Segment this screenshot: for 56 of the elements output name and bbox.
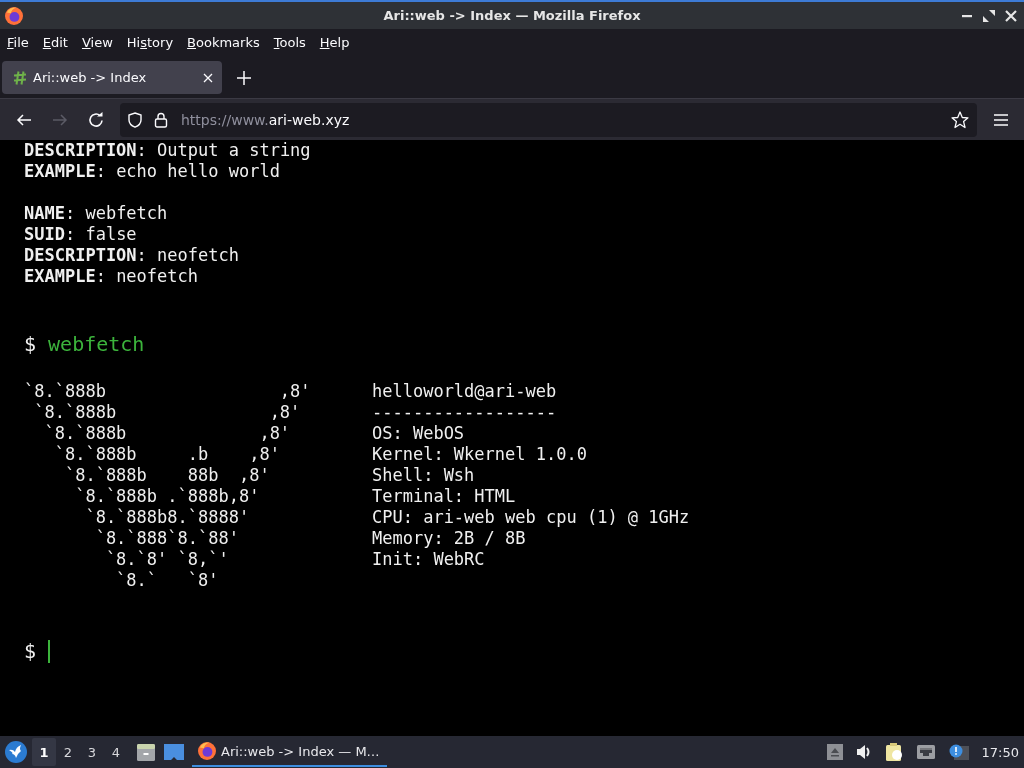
command-text: webfetch — [48, 332, 145, 356]
menu-item[interactable]: History — [120, 32, 180, 52]
workspace-button[interactable]: 4 — [104, 738, 128, 766]
address-field[interactable]: https://www.ari-web.xyz — [120, 102, 977, 137]
clipboard-icon[interactable] — [884, 743, 903, 761]
close-tab-icon[interactable] — [203, 72, 213, 83]
info-line: ------------------ — [372, 402, 558, 423]
menu-item[interactable]: Help — [313, 32, 356, 52]
notification-icon[interactable] — [948, 744, 969, 760]
new-tab-icon[interactable] — [237, 71, 251, 85]
output-line: DESCRIPTION: Output a string — [24, 140, 312, 161]
task-button[interactable]: Ari::web -> Index — M… — [192, 737, 387, 767]
favicon-icon — [13, 70, 27, 85]
info-line: Memory: 2B / 8B — [372, 528, 527, 549]
shield-icon[interactable] — [127, 111, 143, 128]
maximize-icon[interactable] — [983, 9, 995, 22]
start-menu-icon[interactable] — [5, 741, 27, 763]
menu-item[interactable]: Edit — [36, 32, 74, 52]
app-logo-icon — [198, 742, 216, 760]
menu-item[interactable]: File — [1, 32, 35, 52]
info-line: helloworld@ari-web — [372, 381, 558, 402]
star-icon[interactable] — [951, 110, 969, 129]
command-input[interactable] — [48, 639, 51, 663]
info-line: OS: WebOS — [372, 423, 466, 444]
menu-item[interactable]: Bookmarks — [181, 32, 266, 52]
info-line: CPU: ari-web web cpu (1) @ 1GHz — [372, 507, 691, 528]
app-logo-icon — [5, 6, 23, 25]
prompt-symbol: $ — [24, 639, 37, 663]
menu-item[interactable]: Tools — [267, 32, 312, 52]
workspace-button[interactable]: 1 — [32, 738, 56, 766]
file-cabinet-icon[interactable] — [136, 742, 156, 762]
browser-tab[interactable]: Ari::web -> Index — [2, 61, 222, 94]
screen-icon[interactable] — [164, 742, 184, 762]
info-line: Init: WebRC — [372, 549, 486, 570]
close-icon[interactable] — [1005, 9, 1017, 22]
speaker-icon[interactable] — [855, 744, 872, 760]
back-icon[interactable] — [16, 111, 32, 128]
ascii-art: `8.`888b ,8' `8.`888b ,8' `8.`888b ,8' `8.`888b .b ,8' `8.`888b 88b ,8' `8.`888b .`888b,8' `8.`888b8.`8888' `8.`888`8.`88' `8.`8' `8,`' `8.` `8' — [24, 381, 311, 591]
lock-icon[interactable] — [154, 111, 168, 128]
output-line: DESCRIPTION: neofetch — [24, 245, 240, 266]
output-line: EXAMPLE: neofetch — [24, 266, 199, 287]
workspace-button[interactable]: 3 — [80, 738, 104, 766]
info-line: Terminal: HTML — [372, 486, 517, 507]
info-line: Shell: Wsh — [372, 465, 476, 486]
output-line: EXAMPLE: echo hello world — [24, 161, 281, 182]
output-line: NAME: webfetch — [24, 203, 169, 224]
output-line: SUID: false — [24, 224, 138, 245]
prompt-symbol: $ — [24, 332, 37, 356]
info-line: Kernel: Wkernel 1.0.0 — [372, 444, 588, 465]
menu-icon[interactable] — [992, 112, 1009, 127]
workspace-button[interactable]: 2 — [56, 738, 80, 766]
menu-item[interactable]: View — [75, 32, 119, 52]
clock[interactable]: 17:50 — [981, 744, 1019, 760]
network-port-icon[interactable] — [915, 744, 936, 760]
window-title: Ari::web -> Index — Mozilla Firefox — [383, 8, 641, 23]
reload-icon[interactable] — [88, 111, 104, 128]
